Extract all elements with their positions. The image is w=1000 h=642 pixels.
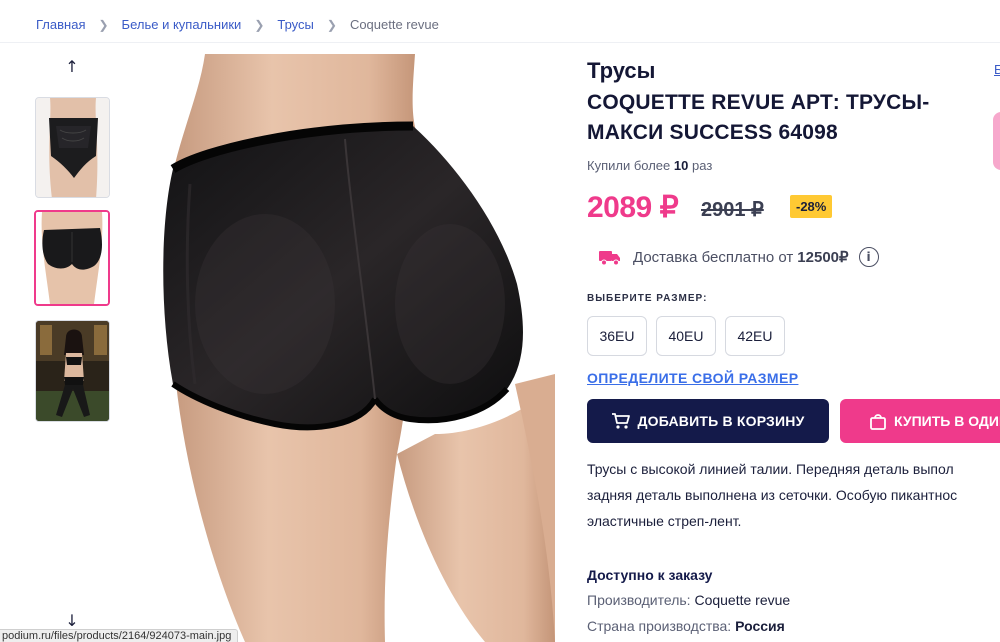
browser-status-bar: podium.ru/files/products/2164/924073-mai… [0, 629, 239, 642]
breadcrumb-current: Coquette revue [349, 17, 439, 32]
description-line: эластичные стреп-лент. [587, 513, 742, 529]
delivery-info: Доставка бесплатно от 12500₽ i [599, 247, 879, 267]
breadcrumb-separator-icon: ❯ [98, 17, 109, 32]
product-category-title: Трусы [587, 58, 656, 83]
delivery-text: Доставка бесплатно от [633, 248, 794, 266]
shopping-bag-icon [870, 414, 886, 430]
purchase-count: Купили более 10 раз [587, 158, 713, 173]
truck-icon [599, 251, 620, 266]
manufacturer-link[interactable]: Coquette revue [694, 592, 790, 608]
size-label: ВЫБЕРИТЕ РАЗМЕР: [587, 293, 708, 304]
size-options: 36EU 40EU 42EU [587, 316, 785, 356]
gallery-up-arrow-icon[interactable]: ↑ [62, 57, 82, 77]
size-option-42eu[interactable]: 42EU [725, 316, 785, 356]
old-price: 2901 ₽ [701, 199, 764, 221]
top-right-link[interactable]: Б [994, 62, 1000, 77]
delivery-threshold: 12500₽ [797, 249, 849, 266]
gallery-down-arrow-icon[interactable]: ↓ [62, 611, 82, 631]
breadcrumb-home[interactable]: Главная [36, 17, 85, 32]
size-guide-link[interactable]: ОПРЕДЕЛИТЕ СВОЙ РАЗМЕР [587, 370, 798, 386]
add-to-cart-button[interactable]: ДОБАВИТЬ В КОРЗИНУ [587, 399, 829, 443]
breadcrumb-lingerie[interactable]: Белье и купальники [122, 17, 242, 32]
manufacturer-row: Производитель: Coquette revue [587, 592, 791, 608]
country-value: Россия [735, 618, 785, 634]
description-line: Трусы с высокой линией талии. Передняя д… [587, 461, 954, 477]
cart-icon [612, 413, 631, 429]
gallery-thumbnail-front[interactable] [35, 97, 110, 198]
size-option-40eu[interactable]: 40EU [656, 316, 716, 356]
breadcrumb-panties[interactable]: Трусы [277, 17, 314, 32]
buy-one-click-button[interactable]: КУПИТЬ В ОДИН [840, 399, 1000, 443]
product-full-title: COQUETTE REVUE АРТ: ТРУСЫ-МАКСИ SUCCESS … [587, 91, 930, 144]
product-description: Трусы с высокой линией талии. Передняя д… [587, 456, 1000, 534]
add-to-cart-label: ДОБАВИТЬ В КОРЗИНУ [637, 413, 805, 429]
thumbnail-model-image [36, 321, 109, 421]
main-product-image[interactable] [155, 54, 555, 642]
gallery-thumbnail-back[interactable] [34, 210, 110, 306]
thumbnail-front-image [36, 98, 109, 197]
description-line: задняя деталь выполнена из сеточки. Особ… [587, 487, 958, 503]
breadcrumb: Главная ❯ Белье и купальники ❯ Трусы ❯ C… [36, 17, 439, 32]
info-icon[interactable]: i [858, 247, 879, 267]
gallery-thumbnail-model[interactable] [35, 320, 110, 422]
country-row: Страна производства: Россия [587, 618, 785, 634]
breadcrumb-separator-icon: ❯ [326, 17, 337, 32]
header-divider [0, 42, 1000, 43]
size-option-36eu[interactable]: 36EU [587, 316, 647, 356]
breadcrumb-separator-icon: ❯ [254, 17, 265, 32]
discount-badge: -28% [790, 195, 833, 218]
buy-one-click-label: КУПИТЬ В ОДИН [894, 413, 1000, 429]
current-price: 2089 ₽ [587, 191, 679, 224]
favorite-button-edge[interactable] [993, 112, 1000, 170]
product-photo-back-view [155, 54, 555, 642]
availability-title: Доступно к заказу [587, 567, 713, 583]
thumbnail-back-image [36, 212, 108, 304]
